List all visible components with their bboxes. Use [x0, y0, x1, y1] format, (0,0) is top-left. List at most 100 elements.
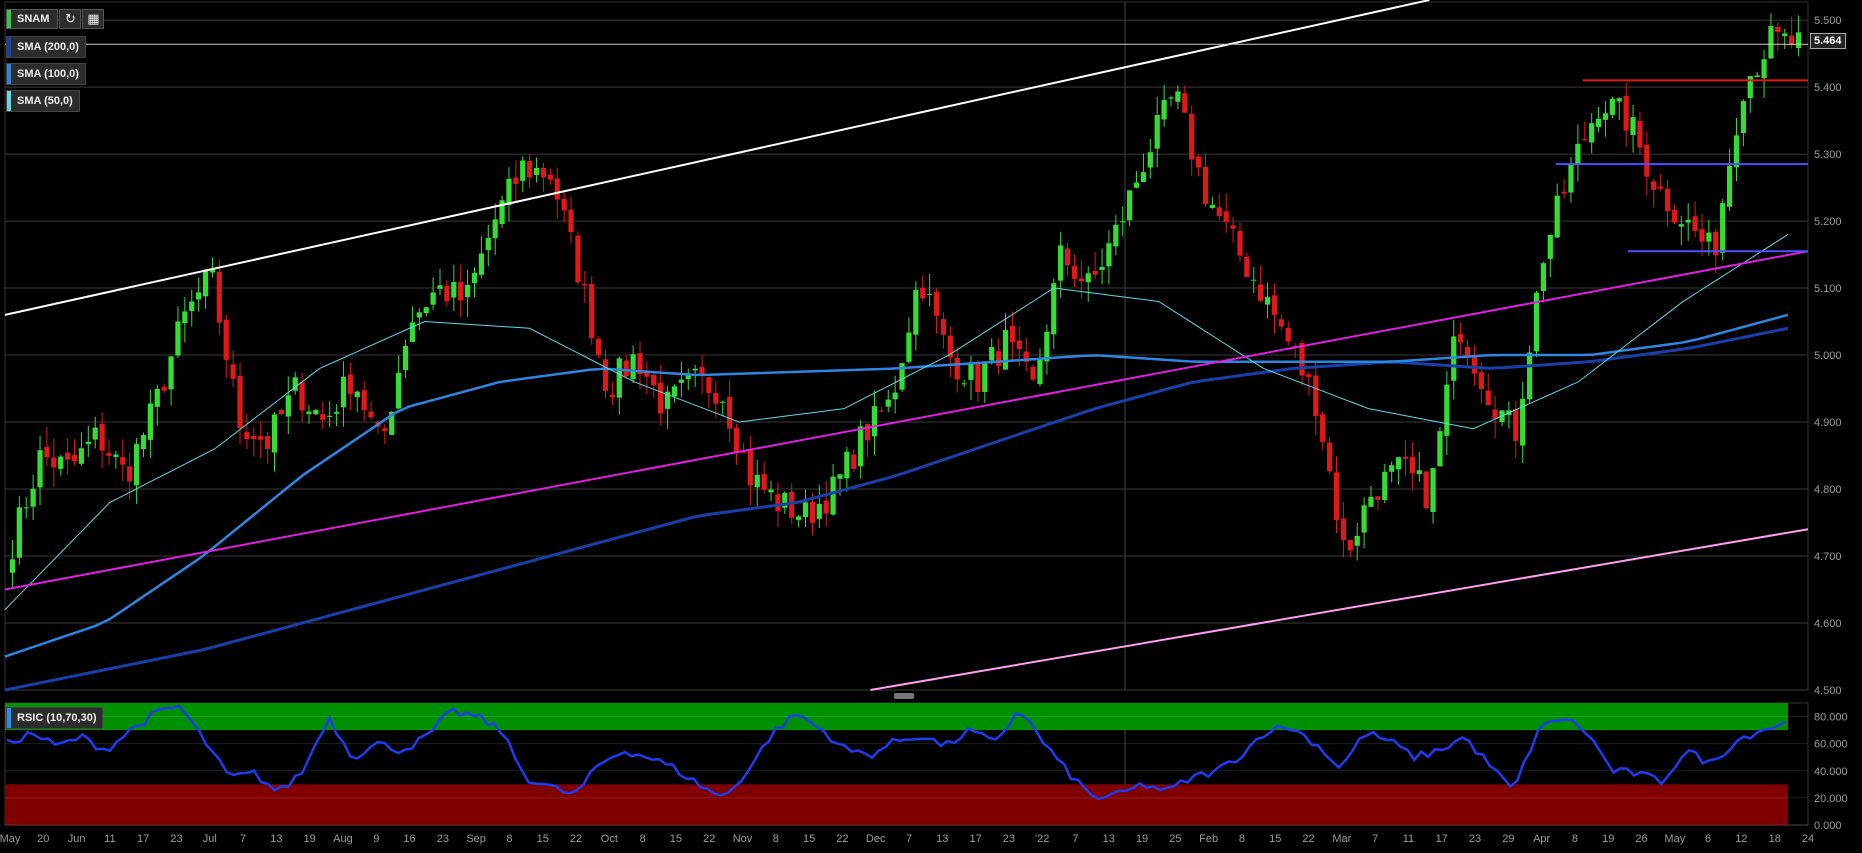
candle-down: [1775, 26, 1781, 32]
candle-up: [1554, 195, 1560, 238]
candle-up: [1099, 266, 1105, 271]
candle-down: [575, 235, 581, 283]
candle-up: [1768, 26, 1774, 59]
candle-up: [113, 454, 119, 457]
candle-up: [1058, 245, 1064, 281]
candle-down: [99, 423, 105, 451]
candle-up: [1002, 330, 1009, 370]
x-axis-label: 18: [1769, 833, 1781, 845]
candle-up: [30, 488, 36, 507]
candle-up: [1361, 505, 1367, 533]
candle-down: [1071, 266, 1078, 279]
candle-up: [982, 363, 988, 392]
legend-swatch: [7, 708, 11, 728]
rsi-oversold-band: [5, 784, 1788, 825]
refresh-icon[interactable]: ↻: [59, 9, 82, 29]
legend-sma-100[interactable]: SMA (100,0): [6, 63, 86, 85]
candle-down: [1285, 327, 1291, 342]
candle-up: [175, 321, 181, 356]
candle-down: [368, 411, 374, 418]
candle-down: [1402, 456, 1409, 459]
candle-up: [989, 346, 995, 361]
x-axis-label: 11: [1403, 833, 1414, 845]
candle-up: [202, 269, 209, 297]
candle-down: [1064, 248, 1071, 266]
candle-down: [809, 501, 816, 523]
candle-up: [961, 383, 967, 385]
x-axis-label: 19: [1136, 833, 1148, 845]
candle-up: [313, 410, 319, 415]
x-axis-label: 8: [506, 833, 512, 845]
candle-down: [299, 382, 305, 411]
candle-down: [582, 283, 588, 286]
price-axis-label: 4.600: [1814, 618, 1842, 630]
candle-up: [396, 372, 402, 409]
x-axis-label: 15: [670, 833, 682, 845]
candle-up: [1264, 297, 1271, 305]
candle-down: [1340, 518, 1347, 541]
x-axis-label: 12: [1735, 833, 1747, 845]
candle-up: [837, 474, 843, 479]
candle-down: [623, 360, 629, 377]
candle-down: [940, 319, 947, 335]
candle-up: [16, 507, 22, 558]
candle-up: [1416, 470, 1422, 475]
candle-down: [823, 500, 829, 514]
candle-down: [237, 375, 243, 429]
candle-down: [1189, 113, 1195, 160]
candle-up: [795, 516, 802, 520]
candle-down: [1092, 270, 1098, 275]
legend-sma-200[interactable]: SMA (200,0): [6, 36, 86, 58]
x-axis-label: 8: [1572, 833, 1578, 845]
candle-up: [1782, 33, 1788, 37]
candle-up: [285, 395, 291, 417]
candle-down: [1492, 409, 1498, 419]
legend-sma-50[interactable]: SMA (50,0): [6, 90, 80, 112]
candle-up: [492, 219, 498, 239]
candle-down: [71, 455, 78, 462]
price-axis-label: 5.400: [1814, 82, 1842, 94]
trendline-lower-channel: [870, 528, 1809, 691]
candle-up: [306, 411, 312, 415]
x-axis-label: 23: [1003, 833, 1015, 845]
price-chart[interactable]: 5.500 5.400 5.300 5.200 5.100 5.000 4.900 4.800…: [0, 0, 1862, 853]
candle-up: [430, 292, 436, 305]
candle-down: [713, 393, 719, 404]
candle-down: [933, 291, 940, 316]
x-axis-label: 25: [1169, 833, 1181, 845]
candle-up: [692, 368, 698, 371]
candle-down: [1513, 409, 1519, 441]
candle-up: [333, 412, 340, 414]
legend-rsi[interactable]: RSIC (10,70,30): [6, 707, 104, 729]
candle-up: [520, 160, 526, 181]
candle-up: [182, 311, 188, 324]
candle-up: [906, 332, 912, 362]
x-axis-label: 15: [1269, 833, 1281, 845]
pane-resize-handle[interactable]: [894, 693, 914, 699]
candle-down: [258, 436, 264, 440]
legend-swatch: [7, 64, 11, 84]
price-axis-label: 4.900: [1814, 417, 1842, 429]
candle-down: [1644, 144, 1650, 177]
candle-up: [1133, 182, 1140, 188]
candle-up: [416, 312, 422, 318]
candle-up: [1568, 164, 1574, 193]
candle-up: [471, 273, 478, 284]
candle-up: [1740, 101, 1747, 133]
x-axis-label: '22: [1035, 833, 1049, 845]
candle-down: [775, 494, 781, 512]
candle-up: [1595, 118, 1602, 127]
rsi-axis-label: 20.000: [1814, 793, 1848, 805]
calendar-icon[interactable]: ▦: [82, 9, 105, 29]
candle-down: [1195, 156, 1202, 168]
candle-up: [506, 178, 512, 206]
candle-down: [1078, 278, 1084, 282]
symbol-button[interactable]: SNAM: [6, 9, 59, 29]
last-price-tag: 5.464: [1810, 33, 1846, 49]
x-axis-label: 19: [1602, 833, 1614, 845]
candle-up: [844, 451, 850, 479]
candle-up: [1437, 431, 1443, 467]
candle-down: [1464, 346, 1471, 356]
candle-up: [478, 253, 485, 275]
candle-up: [423, 307, 429, 314]
